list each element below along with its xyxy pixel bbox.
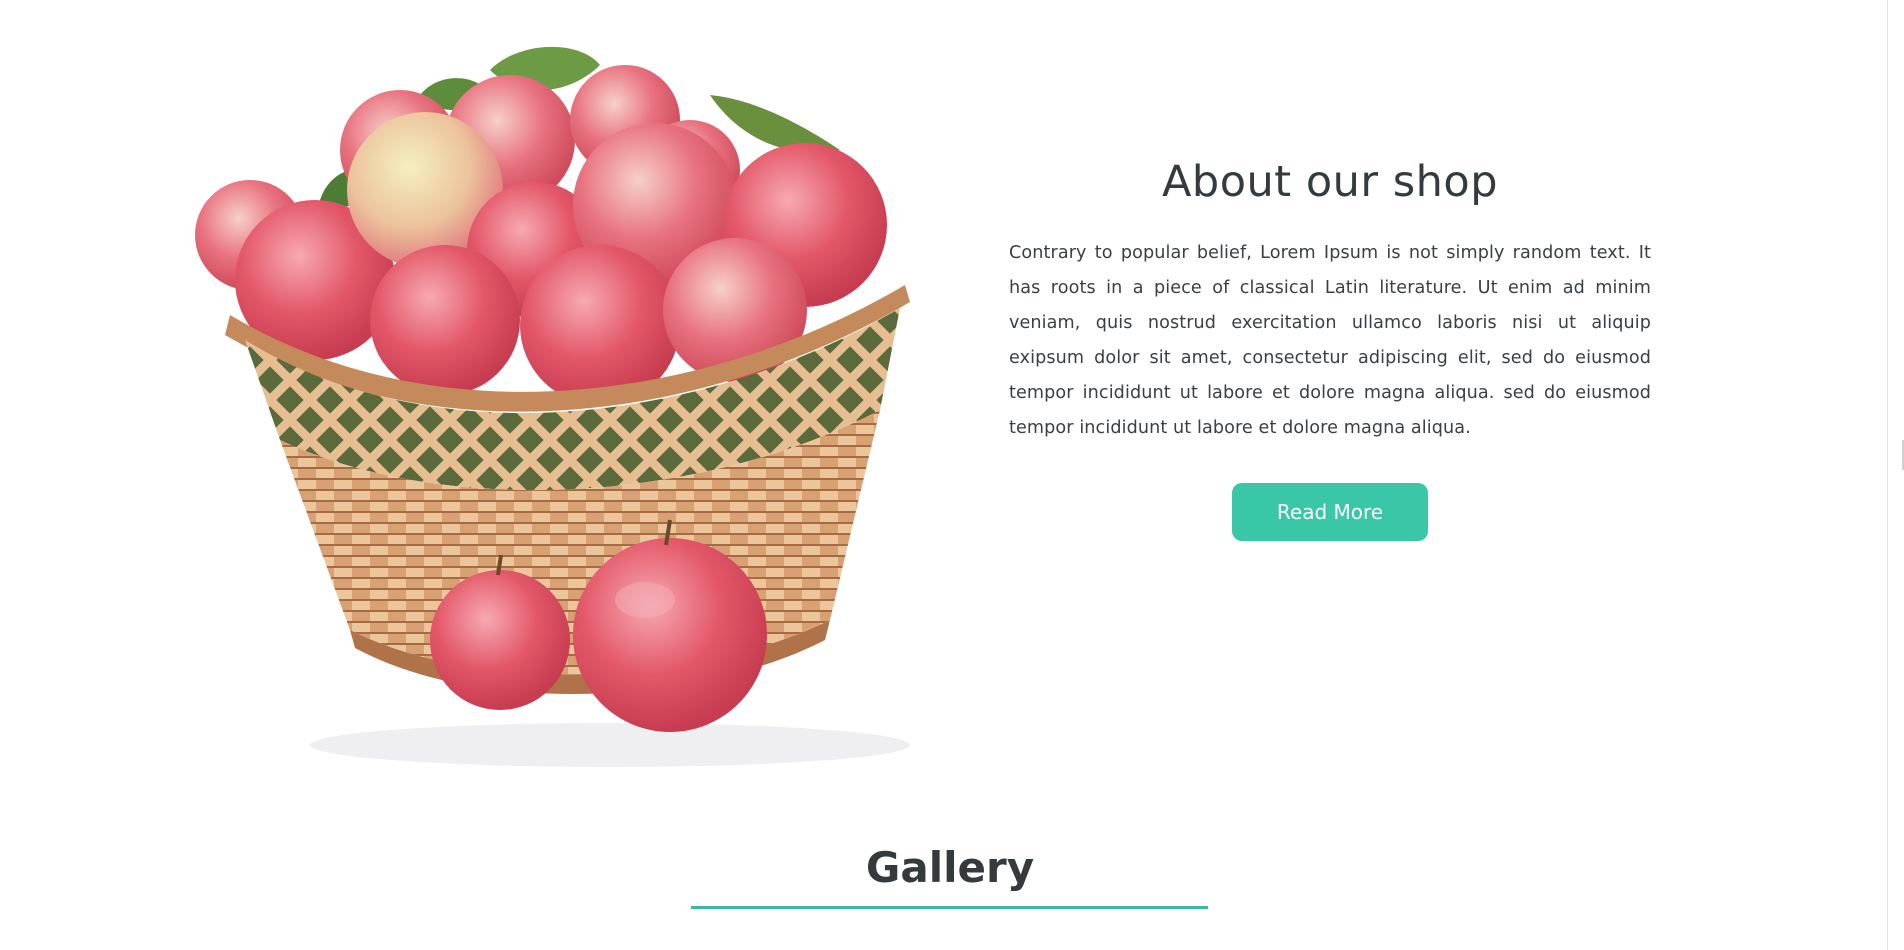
about-description: Contrary to popular belief, Lorem Ipsum … — [1009, 243, 1651, 438]
apple-basket-image — [195, 46, 910, 767]
gallery-underline — [691, 906, 1208, 909]
page-scrollbar[interactable] — [1887, 0, 1904, 950]
read-more-button[interactable]: Read More — [1232, 483, 1428, 541]
about-title: About our shop — [1162, 157, 1498, 207]
about-section: About our shop Contrary to popular belie… — [1009, 150, 1651, 541]
gallery-heading: Gallery — [865, 843, 1035, 892]
